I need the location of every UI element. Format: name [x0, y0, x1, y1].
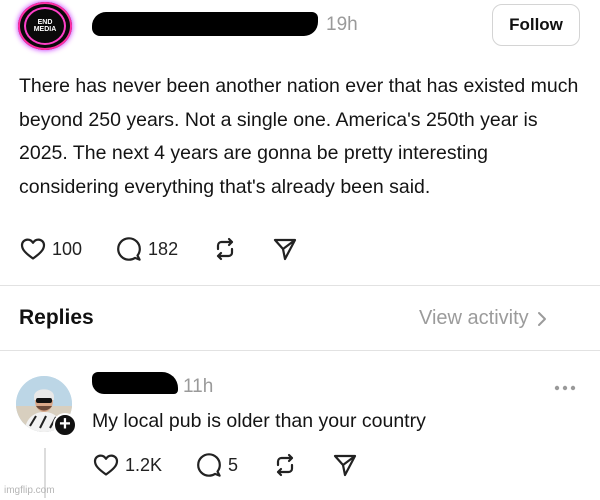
heart-icon	[93, 454, 119, 476]
reply-timestamp: 11h	[183, 376, 214, 397]
avatar-logo: END MEDIA	[24, 7, 66, 45]
reply-actions: 1.2K 5	[93, 452, 392, 478]
reply-comment-count: 5	[228, 454, 239, 475]
post-author-avatar[interactable]: END MEDIA	[18, 2, 72, 50]
reply-like-button[interactable]: 1.2K	[93, 453, 162, 477]
repost-icon	[216, 237, 234, 261]
like-button[interactable]: 100	[20, 237, 82, 261]
comment-count: 182	[148, 238, 179, 259]
follow-button[interactable]: Follow	[492, 4, 580, 46]
imgflip-watermark: imgflip.com	[4, 485, 55, 496]
section-divider	[0, 350, 600, 351]
reply-share-button[interactable]	[332, 452, 358, 478]
chevron-right-icon	[537, 311, 546, 326]
comment-icon	[197, 453, 221, 477]
comment-icon	[117, 237, 141, 261]
redacted-username	[92, 12, 318, 36]
send-icon	[273, 238, 297, 261]
avatar-logo-line-2: MEDIA	[33, 26, 57, 33]
reply-text: My local pub is older than your country	[92, 410, 426, 432]
comment-button[interactable]: 182	[116, 236, 178, 262]
post-text: There has never been another nation ever…	[19, 75, 579, 198]
like-count: 100	[52, 238, 83, 259]
post-timestamp: 19h	[326, 14, 358, 35]
replies-heading: Replies	[19, 306, 94, 329]
heart-icon	[20, 238, 46, 260]
view-activity-link[interactable]: View activity	[419, 307, 547, 330]
more-options-icon[interactable]	[554, 378, 576, 396]
avatar-logo-line-1: END	[37, 19, 53, 26]
reply-repost-button[interactable]	[272, 452, 298, 478]
section-divider	[0, 285, 600, 286]
repost-button[interactable]	[212, 236, 238, 262]
follow-plus-icon[interactable]: +	[53, 413, 77, 437]
redacted-reply-username	[92, 372, 178, 394]
post-actions: 100 182	[20, 236, 332, 262]
reply-comment-button[interactable]: 5	[196, 452, 238, 478]
send-icon	[333, 454, 357, 477]
view-activity-label: View activity	[419, 307, 529, 329]
repost-icon	[276, 453, 294, 477]
share-button[interactable]	[272, 236, 298, 262]
reply-like-count: 1.2K	[125, 454, 163, 475]
